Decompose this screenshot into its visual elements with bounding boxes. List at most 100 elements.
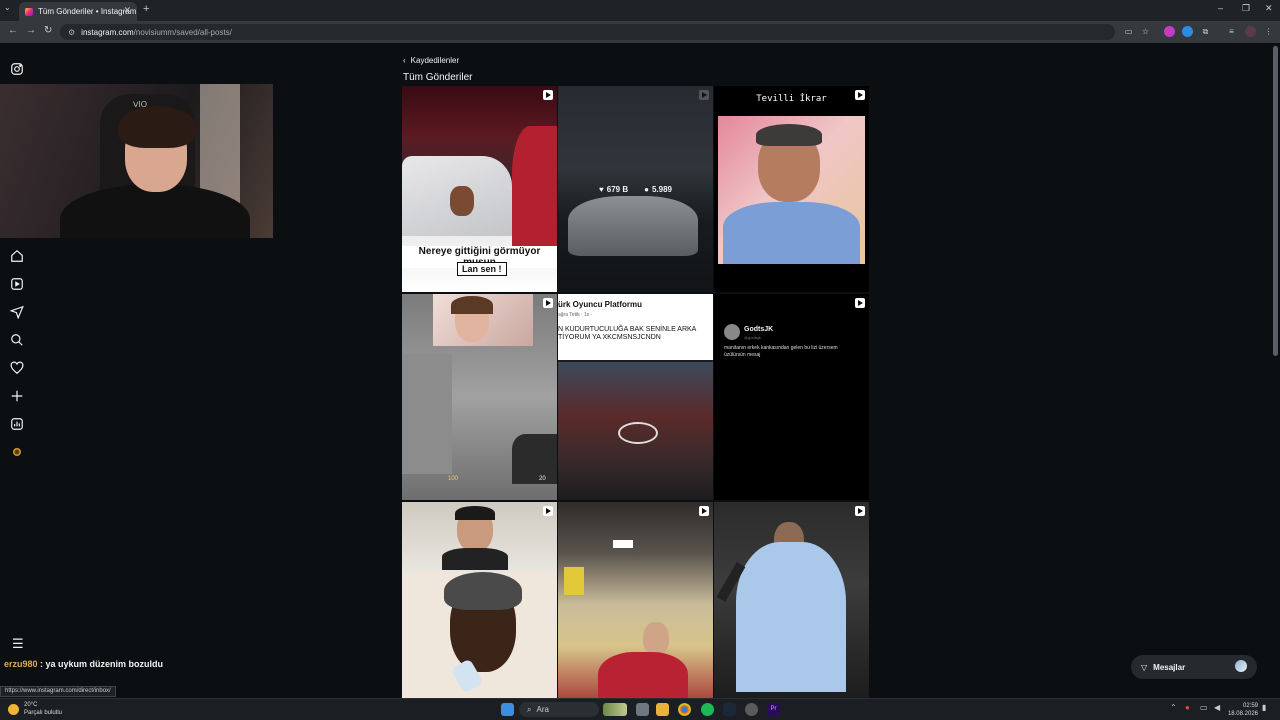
new-tab-button[interactable]: + (143, 3, 149, 15)
tab-search-icon[interactable]: ⌄ (4, 3, 11, 12)
post-photo (718, 116, 865, 264)
weather-widget[interactable]: 20°C Parçalı bulutlu (8, 701, 62, 717)
back-icon[interactable]: ← (8, 25, 18, 36)
streamer-webcam: ᐯIO (0, 84, 273, 238)
stream-chat-message: erzu980 : ya uykum düzenim bozuldu (4, 659, 163, 669)
home-icon[interactable] (10, 249, 26, 265)
search-highlight-icon[interactable] (603, 703, 627, 716)
search-icon[interactable] (10, 333, 26, 349)
bottom-frame (402, 572, 557, 698)
extension-icon[interactable] (1182, 26, 1193, 37)
tweet-card: ürk Oyuncu Platformu ağra Tetik · 1s · N… (558, 294, 713, 360)
reel-icon (543, 298, 553, 308)
taskbar-search[interactable]: ⌕ Ara (519, 702, 599, 717)
saved-post[interactable]: ♥ 679 B ● 5.989 (558, 86, 713, 292)
windows-start-icon[interactable] (501, 703, 514, 716)
tweet-sub: ağra Tetik · 1s · (558, 312, 593, 318)
chevron-left-icon: ‹ (403, 56, 406, 65)
messages-label: Mesajlar (1153, 662, 1186, 672)
clock-date: 18.08.2026 (1227, 711, 1258, 717)
saved-post[interactable] (714, 502, 869, 708)
saved-post[interactable]: 100 20 (402, 294, 557, 500)
messages-send-icon[interactable] (9, 305, 26, 321)
install-app-icon[interactable]: ▭ (1123, 26, 1134, 37)
dashboard-icon[interactable] (10, 417, 26, 433)
file-explorer-icon[interactable] (656, 703, 669, 716)
url-host: instagram.com (81, 27, 134, 37)
reel-icon (855, 90, 865, 100)
messages-avatar (1235, 660, 1247, 672)
saved-post[interactable] (558, 502, 713, 708)
reload-icon[interactable]: ↻ (44, 25, 52, 36)
hud-health: 100 (448, 476, 459, 482)
saved-post[interactable]: Tevilli İkrar (714, 86, 869, 292)
headset (455, 506, 495, 520)
more-menu-icon[interactable]: ☰ (12, 636, 24, 652)
task-view-icon[interactable] (636, 703, 649, 716)
messages-button[interactable]: ▽ Mesajlar (1131, 655, 1257, 679)
browser-tab-strip: ⌄ Tüm Gönderiler • Instagram ✕ + – ❐ ✕ (0, 0, 1280, 21)
likes-count: 679 B (606, 184, 629, 194)
notification-bell-icon[interactable]: ▮ (1262, 703, 1275, 716)
tweet-text-1: N KUDURTUCULUĞA BAK SENİNLE ARKA (558, 326, 697, 333)
post-caption-line2: Lan sen ! (457, 262, 507, 276)
instagram-logo-icon[interactable] (10, 62, 26, 78)
saved-back-link[interactable]: Kaydedilenler (411, 56, 459, 65)
network-icon[interactable]: ▭ (1200, 703, 1213, 716)
extension-icon[interactable] (1164, 26, 1175, 37)
comments-count: 5.989 (651, 184, 672, 194)
notifications-heart-icon[interactable] (10, 361, 26, 377)
obs-icon[interactable] (745, 703, 758, 716)
steam-icon[interactable] (723, 703, 736, 716)
hud-ammo: 20 (539, 476, 546, 482)
weather-temp: 20°C (24, 702, 38, 708)
boy-shirt (442, 548, 508, 570)
post-text: manitanın erkek kankasından gelen bu liz… (724, 345, 838, 358)
chrome-icon[interactable] (678, 703, 691, 716)
chat-text: : ya uykum düzenim bozuldu (37, 659, 164, 669)
author-avatar (724, 324, 740, 340)
browser-tab[interactable]: Tüm Gönderiler • Instagram ✕ (19, 2, 137, 21)
page-scrollbar[interactable] (1273, 46, 1278, 356)
search-icon: ⌕ (527, 704, 532, 714)
saved-post[interactable]: Nereye gittiğini görmüyor musun Lan sen … (402, 86, 557, 292)
forward-icon[interactable]: → (26, 25, 36, 36)
tweet-text-2: TİYORUM YA XKCMSNSJCNDN (558, 334, 661, 341)
browser-toolbar: ← → ↻ ⚙ instagram.com/novisiumm/saved/al… (0, 21, 1280, 43)
minimize-icon[interactable]: – (1218, 3, 1223, 13)
driver-head (450, 186, 474, 216)
post-hover-stats: ♥ 679 B ● 5.989 (558, 86, 713, 292)
saved-post[interactable]: ürk Oyuncu Platformu ağra Tetik · 1s · N… (558, 294, 713, 500)
tab-list-icon[interactable]: ≡ (1226, 26, 1237, 37)
bookmark-star-icon[interactable]: ☆ (1140, 26, 1151, 37)
system-clock[interactable]: 02:59 18.08.2026 (1228, 702, 1258, 718)
microphone-icon[interactable]: ● (1185, 703, 1198, 716)
address-bar[interactable]: ⚙ instagram.com/novisiumm/saved/all-post… (60, 24, 1115, 40)
game-clip (558, 362, 713, 500)
saved-post[interactable]: GodtsJK @godtsjk manitanın erkek kankası… (714, 294, 869, 500)
maximize-icon[interactable]: ❐ (1242, 3, 1250, 14)
tray-chevron-icon[interactable]: ⌃ (1170, 703, 1183, 716)
tweet-header: ürk Oyuncu Platformu (558, 300, 643, 309)
streamer-frame (402, 502, 557, 570)
volume-icon[interactable]: ◀ (1214, 703, 1227, 716)
heart-icon: ♥ (599, 184, 604, 194)
saved-post[interactable] (402, 502, 557, 708)
window-close-icon[interactable]: ✕ (1265, 3, 1273, 14)
profile-avatar-icon[interactable] (10, 445, 26, 461)
yellow-wall (564, 567, 584, 595)
premiere-icon[interactable]: Pr (767, 703, 780, 716)
send-icon: ▽ (1141, 662, 1148, 672)
bonnet (444, 572, 522, 610)
extensions-puzzle-icon[interactable]: ⧉ (1200, 26, 1211, 37)
create-plus-icon[interactable] (10, 389, 26, 405)
breadcrumb[interactable]: ‹ Kaydedilenler (403, 56, 459, 65)
reels-icon[interactable] (10, 277, 26, 293)
url-path: /novisiumm/saved/all-posts/ (133, 27, 232, 37)
profile-avatar[interactable] (1245, 26, 1256, 37)
tab-close-icon[interactable]: ✕ (123, 5, 131, 16)
spotify-icon[interactable] (701, 703, 714, 716)
site-info-icon[interactable]: ⚙ (68, 28, 75, 37)
chrome-menu-icon[interactable]: ⋮ (1263, 26, 1274, 37)
man-hair (756, 124, 822, 146)
